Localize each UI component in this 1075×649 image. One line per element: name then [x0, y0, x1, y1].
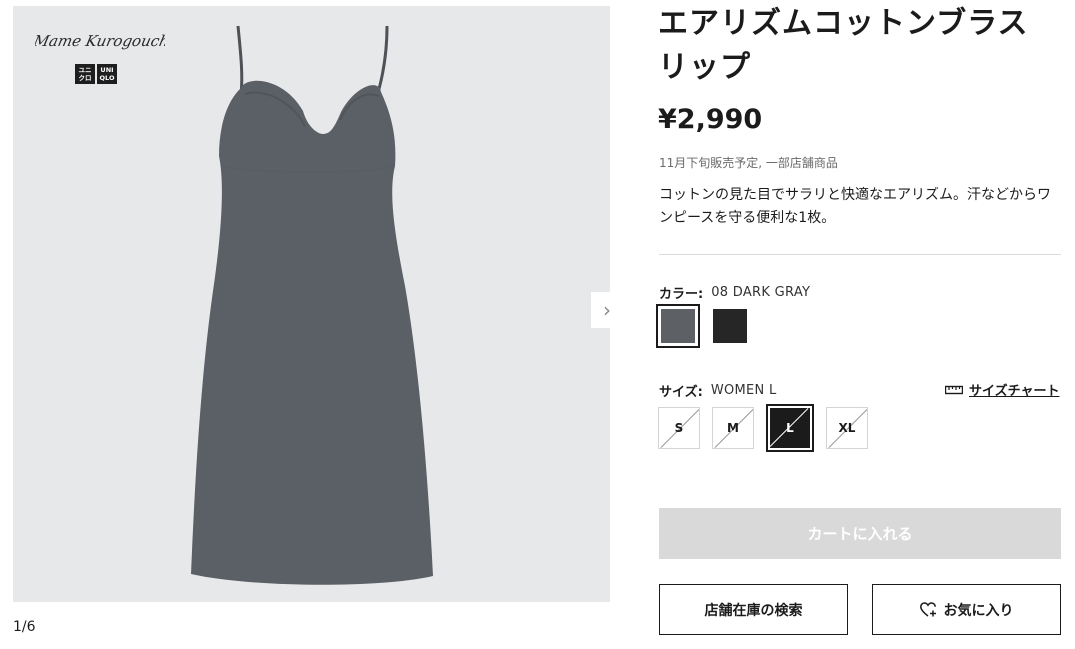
size-label-row: サイズ: WOMEN L	[659, 381, 777, 400]
size-option-label: L	[786, 421, 794, 435]
brand-logo: Mame Kurogouchi	[31, 26, 176, 60]
favorite-button[interactable]: お気に入り	[872, 584, 1061, 635]
size-options: S M L XL	[658, 404, 868, 452]
image-counter: 1/6	[13, 619, 36, 635]
size-value: WOMEN L	[710, 383, 777, 398]
heart-plus-icon	[919, 601, 936, 617]
product-image-gallery: Mame Kurogouchi ユニ クロ UNI QLO ›	[13, 6, 623, 602]
ruler-icon	[945, 385, 963, 394]
product-description: コットンの見た目でサラリと快適なエアリズム。汗などからワンピースを守る便利な1枚…	[659, 187, 1051, 226]
product-title: エアリズムコットンブラスリップ	[658, 6, 1029, 85]
favorite-label: お気に入り	[943, 602, 1014, 619]
size-option-l[interactable]: L	[766, 404, 814, 452]
color-label-row: カラー: 08 DARK GRAY	[659, 283, 810, 302]
size-label: サイズ:	[659, 385, 703, 400]
size-option-m[interactable]: M	[712, 407, 754, 449]
svg-text:Mame Kurogouchi: Mame Kurogouchi	[35, 32, 165, 50]
size-option-selected-fill: L	[770, 408, 810, 448]
add-to-cart-button[interactable]: カートに入れる	[659, 508, 1061, 559]
size-option-label: XL	[838, 421, 856, 435]
product-price: ¥2,990	[658, 104, 763, 135]
product-image	[191, 25, 433, 585]
store-stock-search-button[interactable]: 店舗在庫の検索	[659, 584, 848, 635]
release-note: 11月下旬販売予定, 一部店舗商品	[659, 156, 838, 170]
color-swatch-black[interactable]	[708, 304, 752, 348]
gallery-next-button[interactable]: ›	[591, 292, 623, 328]
size-option-s[interactable]: S	[658, 407, 700, 449]
divider	[659, 254, 1061, 255]
size-option-label: M	[727, 421, 739, 435]
size-chart-label: サイズチャート	[969, 384, 1060, 399]
size-chart-link[interactable]: サイズチャート	[945, 380, 1059, 399]
chevron-right-icon: ›	[603, 298, 611, 322]
size-option-label: S	[674, 421, 684, 435]
swatch-chip	[713, 309, 747, 343]
uniqlo-logo-katakana: ユニ クロ	[75, 64, 95, 84]
store-stock-label: 店舗在庫の検索	[704, 602, 803, 619]
swatch-chip	[661, 309, 695, 343]
color-swatches	[656, 304, 752, 348]
size-option-xl[interactable]: XL	[826, 407, 868, 449]
color-swatch-dark-gray[interactable]	[656, 304, 700, 348]
color-value: 08 DARK GRAY	[711, 285, 811, 300]
uniqlo-logo-latin: UNI QLO	[97, 64, 117, 84]
color-label: カラー:	[659, 287, 704, 302]
uniqlo-logo: ユニ クロ UNI QLO	[75, 64, 117, 84]
